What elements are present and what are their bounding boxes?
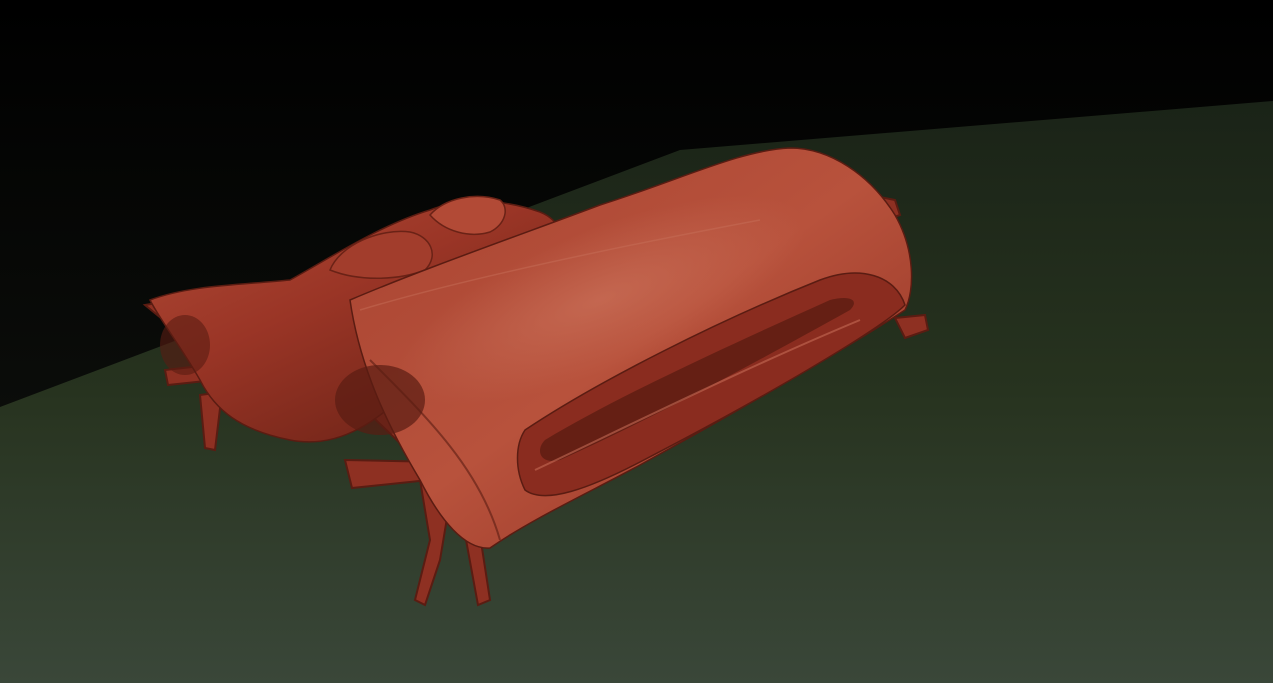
- viewport-canvas[interactable]: [0, 0, 1273, 683]
- sculpt-viewport[interactable]: [0, 0, 1273, 683]
- rear-wheel-housing: [335, 365, 425, 435]
- rear-left-wheel-housing: [160, 315, 210, 375]
